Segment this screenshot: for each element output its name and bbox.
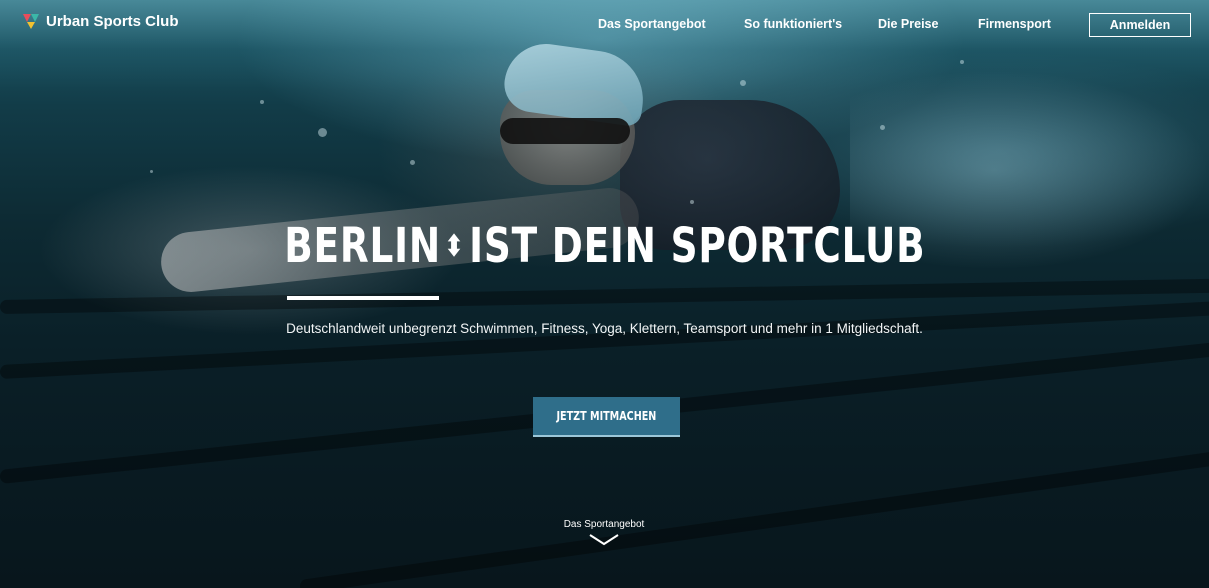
bubble	[740, 80, 746, 86]
pool-lane-line	[299, 440, 1209, 588]
join-now-label: JETZT MITMACHEN	[556, 409, 657, 423]
scroll-hint-label: Das Sportangebot	[563, 519, 645, 530]
headline-rest: IST DEIN SPORTCLUB	[469, 218, 926, 274]
hero-section: Urban Sports Club Das Sportangebot So fu…	[0, 0, 1209, 588]
headline-city[interactable]: BERLIN	[284, 218, 441, 274]
nav-item-firmensport[interactable]: Firmensport	[978, 17, 1051, 31]
bubble	[690, 200, 694, 204]
bubble	[880, 125, 885, 130]
bubble	[410, 160, 415, 165]
bubble	[318, 128, 327, 137]
brand-name: Urban Sports Club	[46, 12, 179, 30]
headline-underline	[287, 296, 439, 300]
scroll-to-sportangebot[interactable]: Das Sportangebot	[504, 519, 704, 546]
top-navigation-bar: Urban Sports Club Das Sportangebot So fu…	[0, 0, 1209, 50]
bubble	[260, 100, 264, 104]
nav-item-preise[interactable]: Die Preise	[878, 17, 938, 31]
city-selector-icon[interactable]: ⬍	[444, 229, 464, 264]
hero-subline: Deutschlandweit unbegrenzt Schwimmen, Fi…	[286, 321, 923, 336]
nav-item-so-funktionierts[interactable]: So funktioniert's	[744, 17, 842, 31]
nav-item-sportangebot[interactable]: Das Sportangebot	[598, 17, 706, 31]
join-now-button[interactable]: JETZT MITMACHEN	[533, 397, 680, 437]
bubble	[150, 170, 153, 173]
urban-sports-club-logo-icon	[23, 14, 39, 29]
chevron-down-icon	[589, 534, 619, 546]
login-button[interactable]: Anmelden	[1089, 13, 1191, 37]
bubble	[960, 60, 964, 64]
brand-logo-link[interactable]: Urban Sports Club	[22, 12, 179, 30]
swim-goggles	[500, 118, 630, 144]
hero-headline: BERLIN ⬍IST DEIN SPORTCLUB	[133, 218, 1076, 274]
